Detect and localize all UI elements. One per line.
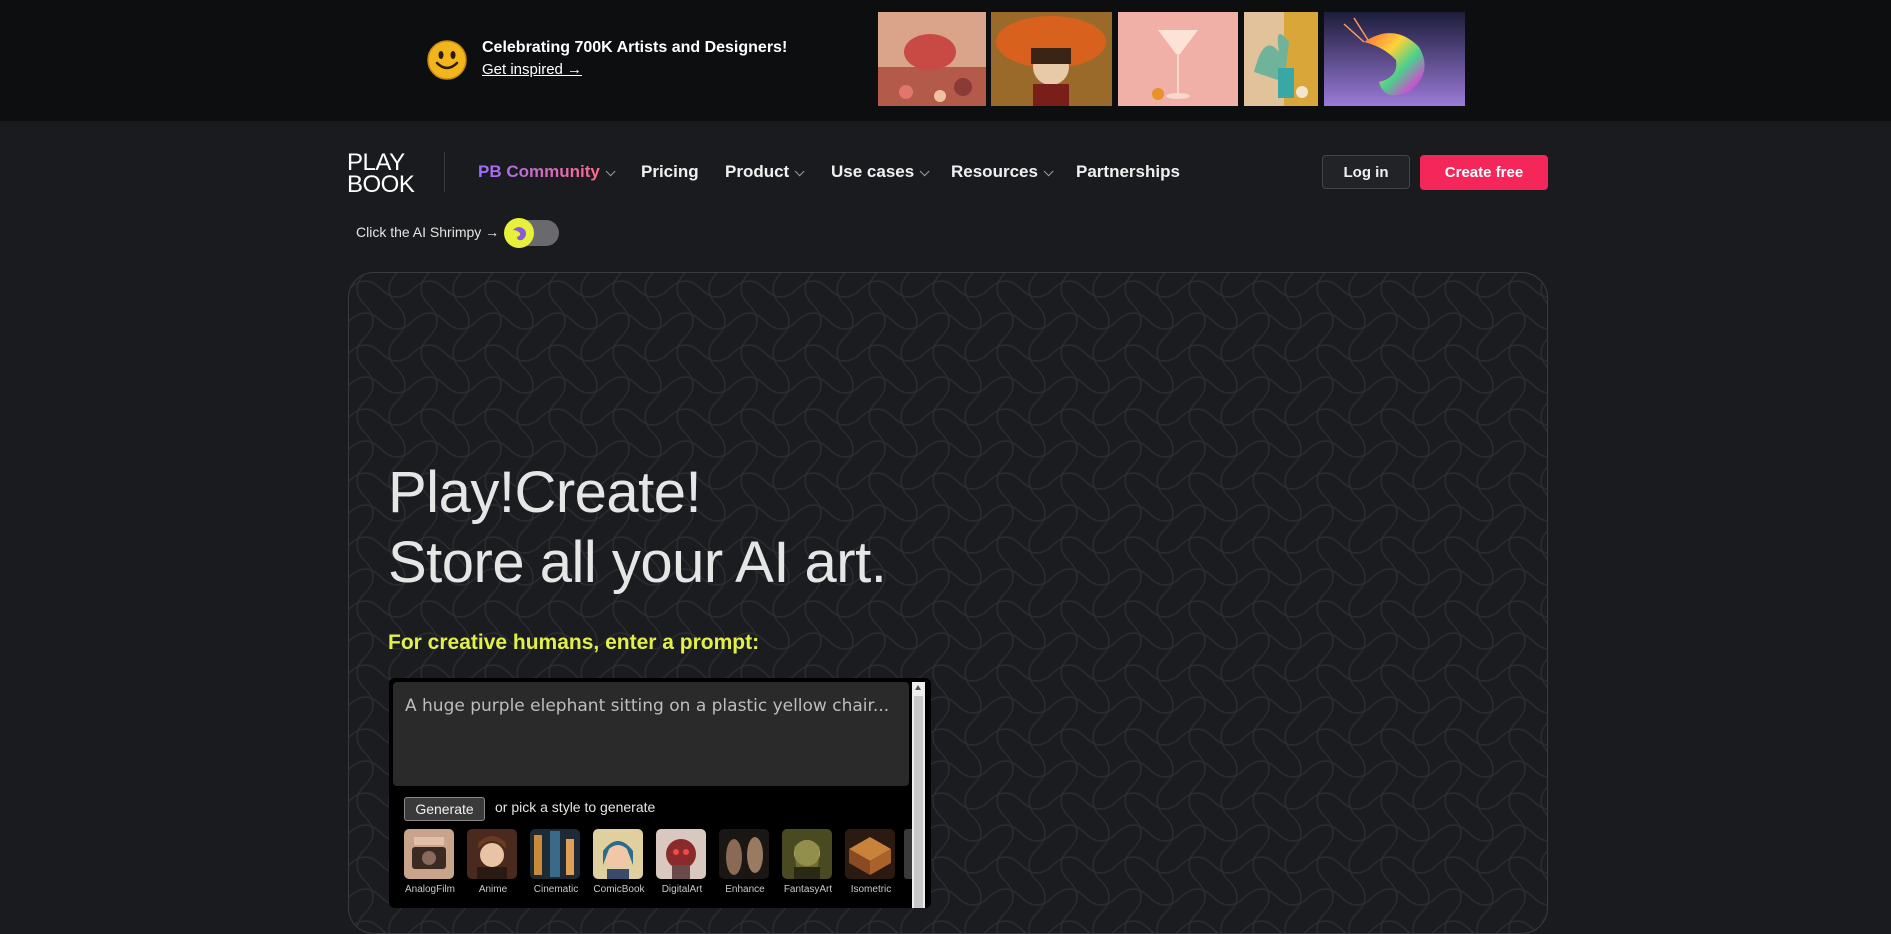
hero-subtitle: For creative humans, enter a prompt: <box>388 631 760 654</box>
chevron-down-icon <box>919 166 930 177</box>
logo-line-2: BOOK <box>347 171 415 198</box>
create-free-button[interactable]: Create free <box>1420 155 1548 190</box>
hero-headline-2: Store all your AI art. <box>388 530 887 595</box>
style-enhance[interactable]: Enhance <box>719 829 771 895</box>
nav-label: Use cases <box>831 162 915 181</box>
playbook-logo[interactable]: PLAY BOOK <box>347 151 415 198</box>
style-label: Enhance <box>725 884 765 895</box>
chevron-down-icon <box>605 166 616 177</box>
get-inspired-link[interactable]: Get inspired → <box>482 61 582 78</box>
scroll-up-icon[interactable] <box>915 685 921 690</box>
banner-thumbnail[interactable] <box>1118 12 1238 106</box>
style-thumbnail <box>845 829 895 879</box>
style-thumbnail <box>656 829 706 879</box>
banner-title: Celebrating 700K Artists and Designers! <box>482 39 788 56</box>
style-thumbnail <box>530 829 580 879</box>
style-label: ComicBook <box>593 884 645 895</box>
banner-thumbnail[interactable] <box>878 12 986 106</box>
style-label: AnalogFilm <box>404 884 456 895</box>
hero-headline-1: Play!Create! <box>388 460 702 525</box>
nav-product[interactable]: Product <box>725 162 805 182</box>
styles-scroll-indicator[interactable] <box>904 829 912 879</box>
logo-divider <box>444 152 445 192</box>
scrollbar-thumb[interactable] <box>914 696 923 908</box>
shrimpy-label: Click the AI Shrimpy → <box>356 224 500 240</box>
top-banner: Celebrating 700K Artists and Designers! … <box>0 0 1891 121</box>
style-label: Cinematic <box>533 884 579 895</box>
style-thumbnail <box>782 829 832 879</box>
prompt-widget: Generate or pick a style to generate Ana… <box>389 678 931 908</box>
scrollbar[interactable] <box>912 682 925 908</box>
prompt-input[interactable] <box>393 682 909 786</box>
nav-label: PB Community <box>478 162 600 181</box>
smiley-icon <box>427 40 467 80</box>
nav-partnerships[interactable]: Partnerships <box>1076 162 1180 182</box>
nav-use-cases[interactable]: Use cases <box>831 162 930 182</box>
nav-pb-community[interactable]: PB Community <box>478 162 616 182</box>
style-fantasyart[interactable]: FantasyArt <box>782 829 834 895</box>
style-digitalart[interactable]: DigitalArt <box>656 829 708 895</box>
style-label: DigitalArt <box>661 884 703 895</box>
style-analogfilm[interactable]: AnalogFilm <box>404 829 456 895</box>
style-label: FantasyArt <box>783 884 833 895</box>
style-label: Isometric <box>850 884 892 895</box>
banner-thumbnail[interactable] <box>1244 12 1318 106</box>
shrimpy-toggle[interactable] <box>504 218 559 248</box>
style-thumbnail <box>467 829 517 879</box>
style-thumbnail <box>719 829 769 879</box>
style-cinematic[interactable]: Cinematic <box>530 829 582 895</box>
nav-label: Product <box>725 162 790 181</box>
style-comicbook[interactable]: ComicBook <box>593 829 645 895</box>
style-thumbnail <box>593 829 643 879</box>
banner-thumbnail[interactable] <box>991 12 1112 106</box>
chevron-down-icon <box>794 166 805 177</box>
style-hint: or pick a style to generate <box>495 799 656 815</box>
style-anime[interactable]: Anime <box>467 829 519 895</box>
nav-label: Resources <box>951 162 1038 181</box>
style-isometric[interactable]: Isometric <box>845 829 897 895</box>
nav-label: Pricing <box>641 162 699 181</box>
nav-resources[interactable]: Resources <box>951 162 1054 182</box>
style-label: Anime <box>478 884 508 895</box>
style-thumbnail <box>404 829 454 879</box>
chevron-down-icon <box>1043 166 1054 177</box>
nav-pricing[interactable]: Pricing <box>641 162 699 182</box>
nav-label: Partnerships <box>1076 162 1180 181</box>
shrimp-icon <box>504 218 534 248</box>
generate-button[interactable]: Generate <box>404 797 485 821</box>
login-button[interactable]: Log in <box>1322 155 1410 189</box>
banner-thumbnail[interactable] <box>1324 12 1465 106</box>
